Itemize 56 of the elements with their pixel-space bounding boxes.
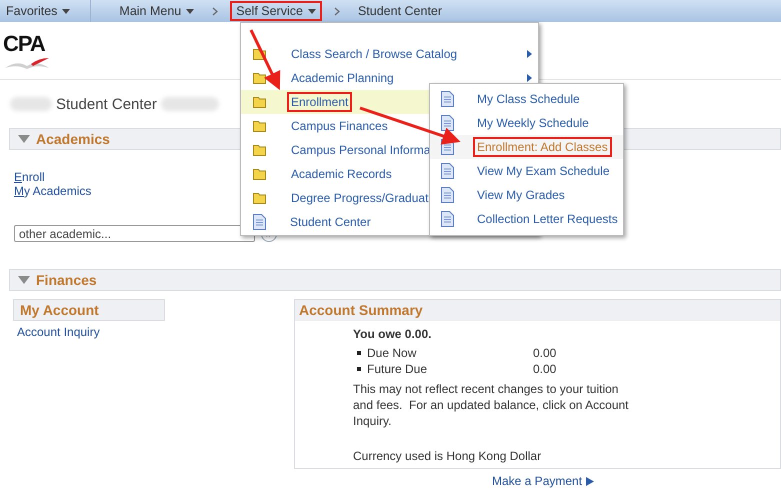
document-icon — [441, 115, 454, 131]
page-title: Student Center — [56, 96, 157, 112]
chevron-icon — [212, 6, 218, 16]
due-label: Due Now — [367, 346, 418, 360]
logo-swoosh-icon — [3, 56, 51, 70]
folder-icon — [253, 120, 267, 132]
menu-button[interactable]: Favorites — [0, 1, 76, 21]
document-icon — [441, 163, 454, 179]
submenu-arrow-icon — [527, 50, 532, 58]
section-title: Academics — [36, 131, 110, 147]
panel-header: Account Summary — [295, 300, 780, 321]
collapse-icon[interactable] — [18, 276, 30, 284]
caret-icon — [308, 8, 316, 14]
logo: CPA — [3, 32, 45, 56]
menu-item[interactable]: Academic Planning — [241, 66, 538, 90]
nav-link[interactable]: Enroll — [14, 170, 45, 184]
document-icon — [441, 187, 454, 203]
menu-item[interactable]: Class Search / Browse Catalog — [241, 42, 538, 66]
caret-icon — [62, 8, 70, 14]
due-amount: 0.00 — [533, 362, 556, 376]
folder-icon — [253, 168, 267, 180]
balance-text: You owe 0.00. — [353, 327, 432, 341]
menu-item[interactable]: View My Exam Schedule — [430, 159, 623, 183]
document-icon — [441, 211, 454, 227]
currency-text: Currency used is Hong Kong Dollar — [353, 449, 542, 463]
bullet-icon — [357, 351, 361, 355]
redaction-blur — [10, 97, 52, 111]
redaction-blur — [160, 97, 219, 111]
menu-button[interactable]: Main Menu — [113, 1, 200, 21]
document-icon — [253, 214, 266, 230]
folder-icon — [253, 72, 267, 84]
dropdown-field[interactable]: other academic... — [14, 225, 255, 242]
collapse-icon[interactable] — [18, 135, 30, 143]
subsection-header: My Account — [13, 299, 165, 321]
folder-icon — [253, 96, 267, 108]
chevron-icon — [334, 6, 340, 16]
due-label: Future Due — [367, 362, 428, 376]
folder-icon — [253, 192, 267, 204]
annotation-arrow — [250, 29, 280, 90]
section-title: Finances — [36, 272, 97, 288]
menu-item[interactable]: My Weekly Schedule — [430, 111, 623, 135]
payment-link[interactable]: Make a Payment — [492, 474, 582, 488]
due-amount: 0.00 — [533, 346, 556, 360]
menu-item[interactable]: View My Grades — [430, 183, 623, 207]
notice-text: This may not reflect recent changes to your tuition and fees. For an updated balance, click on Account Inquiry. — [353, 381, 630, 429]
bullet-icon — [357, 367, 361, 371]
document-icon — [441, 91, 454, 107]
menu-item[interactable]: Collection Letter Requests — [430, 207, 623, 231]
submenu-arrow-icon — [527, 74, 532, 82]
play-icon — [586, 476, 594, 486]
breadcrumb-link[interactable]: Student Center — [352, 1, 448, 21]
breadcrumb-link[interactable]: Self Service — [230, 1, 322, 21]
caret-icon — [186, 8, 194, 14]
nav-link[interactable]: My Academics — [14, 184, 92, 198]
folder-icon — [253, 144, 267, 156]
account-link[interactable]: Account Inquiry — [17, 325, 100, 339]
